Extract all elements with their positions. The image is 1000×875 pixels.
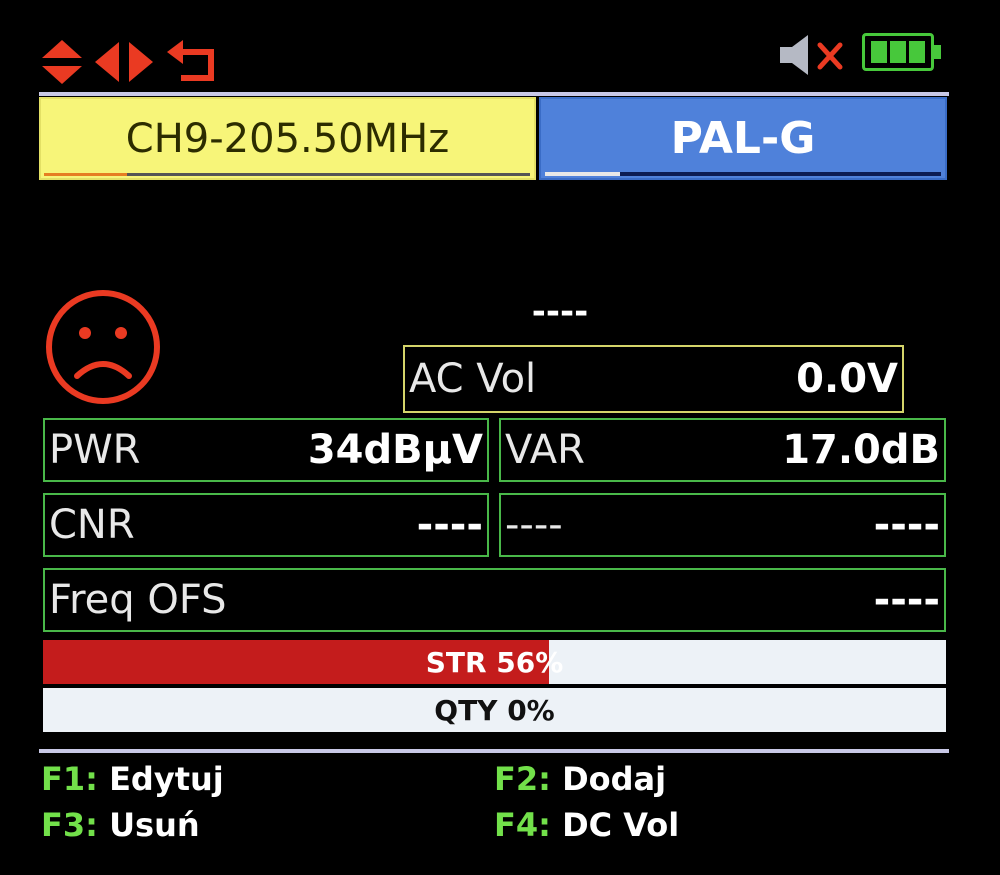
- f4-key: F4:: [494, 806, 551, 844]
- cnr-value: ----: [416, 502, 483, 548]
- footer-divider: [39, 749, 949, 753]
- extra-label: ----: [505, 502, 563, 548]
- ac-vol-box: AC Vol 0.0V: [403, 345, 904, 413]
- extra-value: ----: [873, 502, 940, 548]
- extra-box: ---- ----: [499, 493, 946, 557]
- f3-delete-button[interactable]: F3: Usuń: [41, 806, 200, 844]
- freq-ofs-box: Freq OFS ----: [43, 568, 946, 632]
- freq-ofs-label: Freq OFS: [49, 577, 227, 623]
- pwr-box: PWR 34dBµV: [43, 418, 489, 482]
- quality-bar: QTY 0%: [43, 688, 946, 732]
- ac-vol-label: AC Vol: [409, 356, 537, 402]
- battery-tip: [934, 45, 941, 59]
- channel-label: CH9-205.50MHz: [125, 115, 450, 162]
- f3-text: Usuń: [109, 806, 200, 844]
- f1-edit-button[interactable]: F1: Edytuj: [41, 760, 224, 798]
- f4-dc-vol-button[interactable]: F4: DC Vol: [494, 806, 679, 844]
- standard-label: PAL-G: [670, 113, 816, 164]
- var-box: VAR 17.0dB: [499, 418, 946, 482]
- f4-text: DC Vol: [562, 806, 680, 844]
- f2-add-button[interactable]: F2: Dodaj: [494, 760, 666, 798]
- freq-ofs-value: ----: [873, 577, 940, 623]
- lock-status: ----: [531, 292, 589, 332]
- channel-level-fill: [44, 173, 127, 176]
- return-arrow-icon[interactable]: [165, 38, 219, 86]
- channel-field[interactable]: CH9-205.50MHz: [39, 97, 536, 180]
- cnr-label: CNR: [49, 502, 135, 548]
- sad-face-icon: [46, 290, 160, 404]
- quality-label: QTY 0%: [434, 693, 555, 727]
- speaker-muted-icon: [780, 35, 843, 75]
- ac-vol-value: 0.0V: [796, 356, 898, 402]
- battery-full-icon: [862, 33, 934, 71]
- strength-label: STR 56%: [425, 645, 564, 679]
- f3-key: F3:: [41, 806, 98, 844]
- up-down-arrows-icon[interactable]: [40, 38, 85, 86]
- f1-text: Edytuj: [109, 760, 224, 798]
- f2-key: F2:: [494, 760, 551, 798]
- pwr-label: PWR: [49, 427, 141, 473]
- var-label: VAR: [505, 427, 585, 473]
- cnr-box: CNR ----: [43, 493, 489, 557]
- standard-level-fill: [545, 172, 621, 176]
- strength-bar: STR 56%: [43, 640, 946, 684]
- f1-key: F1:: [41, 760, 98, 798]
- pwr-value: 34dBµV: [307, 427, 483, 473]
- standard-field[interactable]: PAL-G: [539, 97, 947, 180]
- f2-text: Dodaj: [562, 760, 667, 798]
- left-right-arrows-icon[interactable]: [93, 38, 157, 86]
- var-value: 17.0dB: [782, 427, 940, 473]
- header-divider: [39, 92, 949, 96]
